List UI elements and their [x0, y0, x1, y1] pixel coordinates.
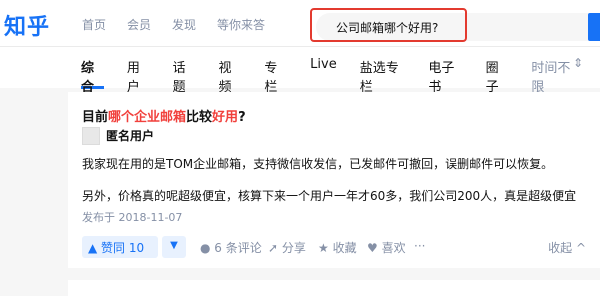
- tab-circles[interactable]: 圈子: [486, 57, 509, 95]
- favorite-button[interactable]: ★ 收藏: [318, 239, 357, 256]
- search-tabs: 综合 用户 话题 视频 专栏 Live 盐选专栏 电子书 圈子 时间不限: [81, 57, 600, 95]
- collapse-button[interactable]: 收起 ^: [548, 239, 586, 256]
- nav-discover[interactable]: 发现: [172, 16, 196, 33]
- tab-live[interactable]: Live: [310, 57, 337, 89]
- nav-home[interactable]: 首页: [82, 16, 106, 33]
- answer-paragraph: 我家现在用的是TOM企业邮箱，支持微信收发信，已发邮件可撤回，误删邮件可以恢复。: [82, 157, 554, 171]
- tab-users[interactable]: 用户: [127, 57, 150, 95]
- avatar: [82, 127, 100, 145]
- comments-button[interactable]: ● 6 条评论: [200, 239, 262, 256]
- downvote-button[interactable]: ▼: [162, 236, 186, 258]
- title-text: 目前: [82, 110, 109, 125]
- more-icon[interactable]: ···: [414, 239, 425, 253]
- tab-ebooks[interactable]: 电子书: [428, 57, 462, 95]
- sort-arrows-icon[interactable]: ⇕: [573, 56, 583, 70]
- tab-videos[interactable]: 视频: [218, 57, 241, 95]
- tab-columns[interactable]: 专栏: [264, 57, 287, 95]
- tab-salt-columns[interactable]: 盐选专栏: [360, 57, 406, 95]
- like-button[interactable]: ♥ 喜欢: [367, 239, 406, 256]
- search-highlight-box: [310, 8, 467, 42]
- search-button[interactable]: [588, 13, 600, 41]
- nav-vip[interactable]: 会员: [127, 16, 151, 33]
- top-nav: 首页 会员 发现 等你来答: [82, 16, 286, 33]
- share-button[interactable]: ➚ 分享: [268, 239, 306, 256]
- publish-date: 发布于 2018-11-07: [82, 211, 183, 224]
- title-text: ?: [238, 110, 246, 125]
- time-filter[interactable]: 时间不限: [531, 57, 577, 95]
- title-text: 比较: [186, 110, 213, 125]
- author-name: 匿名用户: [106, 129, 155, 143]
- answer-actions: ▲ 赞同 10 ▼ ● 6 条评论 ➚ 分享 ★ 收藏 ♥ 喜欢 ··· 收起 …: [82, 236, 586, 258]
- tab-general[interactable]: 综合: [81, 57, 104, 95]
- tab-topics[interactable]: 话题: [173, 57, 196, 95]
- zhihu-logo[interactable]: 知乎: [4, 9, 50, 41]
- search-tabs-bar: 综合 用户 话题 视频 专栏 Live 盐选专栏 电子书 圈子 时间不限 ⇕: [0, 46, 600, 95]
- answer-paragraph: 另外，价格真的呢超级便宜，核算下来一个用户一年才60多，我们公司200人，真是超…: [82, 189, 577, 203]
- upvote-button[interactable]: ▲ 赞同 10: [82, 236, 158, 258]
- result-card: 目前哪个企业邮箱比较好用? 匿名用户 我家现在用的是TOM企业邮箱，支持微信收发…: [68, 92, 600, 268]
- top-header: 知乎 首页 会员 发现 等你来答 公司邮箱哪个好用?: [0, 0, 600, 46]
- question-title[interactable]: 目前哪个企业邮箱比较好用?: [82, 106, 246, 125]
- title-highlight: 好用: [212, 110, 239, 125]
- next-result-card: [68, 280, 600, 296]
- title-highlight: 哪个企业邮箱: [108, 110, 187, 125]
- nav-waiting-answers[interactable]: 等你来答: [217, 16, 265, 33]
